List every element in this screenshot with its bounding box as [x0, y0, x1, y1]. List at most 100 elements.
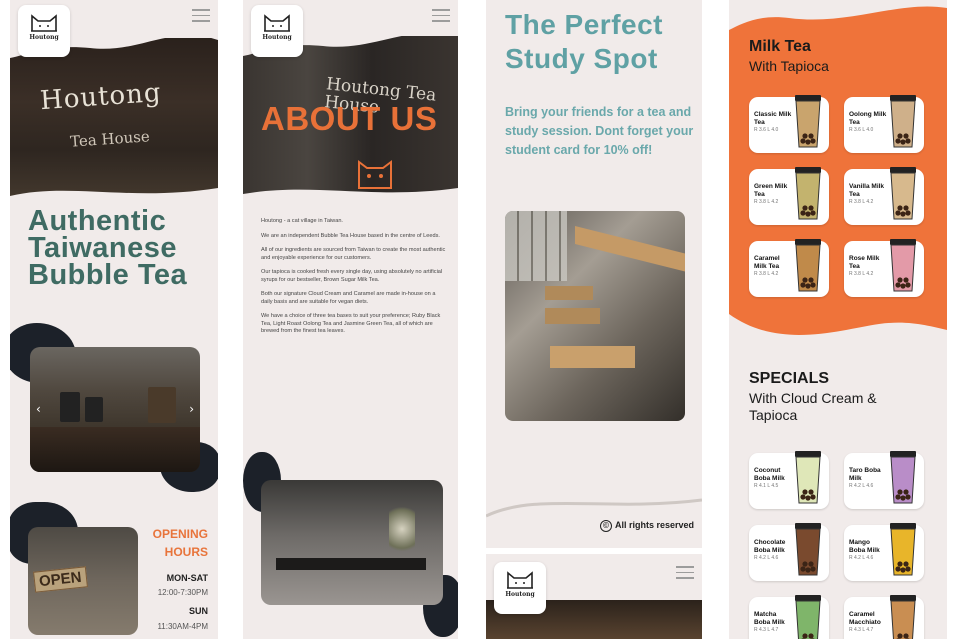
- menu-item-name: Oolong Milk Tea R 3.6 L 4.0: [849, 111, 887, 135]
- cafe-seating-photo: [505, 211, 685, 421]
- hours-time: 11:30AM-4PM: [157, 622, 208, 631]
- logo[interactable]: Houtong: [18, 5, 70, 57]
- menu-icon[interactable]: [192, 9, 210, 23]
- menu-item-name: Taro Boba Milk R 4.2 L 4.6: [849, 467, 887, 491]
- about-paragraph: Houtong - a cat village in Taiwan.: [261, 218, 343, 224]
- menu-item-name-text: Mango Boba Milk: [849, 539, 880, 554]
- hours-day: SUN: [189, 606, 208, 616]
- hours-time-label: 11:30AM-4PM: [157, 622, 208, 631]
- menu-item-name: Caramel Macchiato R 4.3 L 4.7: [849, 611, 887, 635]
- shelf-decor-photo: [261, 480, 443, 605]
- copyright-icon: ©: [599, 520, 612, 532]
- menu-item-name: Vanilla Milk Tea R 3.8 L 4.2: [849, 183, 887, 207]
- menu-item-name: Coconut Boba Milk R 4.1 L 4.5: [754, 467, 792, 491]
- open-sign: OPEN: [33, 566, 88, 593]
- menu-item-price: R 4.2 L 4.6: [849, 555, 874, 561]
- hours-day-label: SUN: [188, 606, 208, 616]
- menu-item-name: Classic Milk Tea R 3.6 L 4.0: [754, 111, 792, 135]
- menu-item-price: R 4.3 L 4.7: [754, 627, 779, 633]
- about-body: Houtong - a cat village in Taiwan. We ar…: [261, 218, 446, 343]
- about-paragraph: All of our ingredients are sourced from …: [261, 247, 446, 261]
- hero-bottom-wave: [10, 188, 218, 206]
- menu-item-name: Caramel Milk Tea R 3.8 L 4.2: [754, 255, 792, 279]
- about-paragraph: We have a choice of three tea bases to s…: [261, 313, 441, 334]
- open-sign-photo: OPEN: [28, 527, 138, 635]
- carousel-prev-icon[interactable]: ‹: [36, 402, 41, 416]
- bubble-tea-cup-icon: [795, 167, 821, 220]
- menu-item-name-text: Matcha Boba Milk: [754, 611, 785, 626]
- menu-icon[interactable]: [432, 9, 450, 23]
- menu-item-name: Matcha Boba Milk R 4.3 L 4.7: [754, 611, 792, 635]
- top-wave: [729, 0, 947, 30]
- copyright-footer: © All rights reserved: [599, 520, 694, 532]
- bubble-tea-cup-icon: [890, 239, 916, 292]
- logo-text: Houtong: [29, 34, 59, 41]
- section-wave: [729, 314, 947, 350]
- menu-item-name: Green Milk Tea R 3.8 L 4.2: [754, 183, 792, 207]
- study-title: The Perfect Study Spot: [505, 9, 663, 74]
- bubble-tea-cup-icon: [890, 95, 916, 148]
- menu-item-name-text: Coconut Boba Milk: [754, 467, 785, 482]
- storefront-sign: Houtong: [39, 77, 163, 117]
- menu-item-name: Rose Milk Tea R 3.8 L 4.2: [849, 255, 887, 279]
- menu-item-card[interactable]: Taro Boba Milk R 4.2 L 4.6: [844, 451, 924, 509]
- menu-item-name-text: Green Milk Tea: [754, 183, 788, 198]
- storefront-sign-sub: Tea House: [69, 127, 151, 151]
- cat-icon: [264, 14, 290, 32]
- about-screen: Houtong Houtong Tea House ABOUT US Houto…: [243, 0, 458, 639]
- bubble-tea-cup-icon: [890, 523, 916, 576]
- bubble-tea-cup-icon: [795, 523, 821, 576]
- menu-item-price: R 4.2 L 4.6: [849, 483, 874, 489]
- shop-interior-photo: ‹ ›: [30, 347, 200, 472]
- hours-day: MON-SAT: [167, 573, 208, 583]
- hours-time-label: 12:00-7:30PM: [157, 588, 208, 597]
- hours-day-label: MON-SAT: [166, 573, 208, 583]
- menu-item-name-text: Taro Boba Milk: [849, 467, 881, 482]
- menu-item-name-text: Classic Milk Tea: [754, 111, 792, 126]
- menu-item-name-text: Vanilla Milk Tea: [849, 183, 885, 198]
- menu-item-price: R 4.3 L 4.7: [849, 627, 874, 633]
- menu-item-card[interactable]: Chocolate Boba Milk R 4.2 L 4.6: [749, 523, 829, 581]
- menu-item-card[interactable]: Vanilla Milk Tea R 3.8 L 4.2: [844, 167, 924, 225]
- menu-item-price: R 3.8 L 4.2: [849, 199, 874, 205]
- menu-item-name-text: Rose Milk Tea: [849, 255, 880, 270]
- logo-text: Houtong: [262, 34, 292, 41]
- about-paragraph: Both our signature Cloud Cream and Caram…: [261, 291, 436, 305]
- menu-item-price: R 3.8 L 4.2: [754, 271, 779, 277]
- menu-item-price: R 3.6 L 4.0: [849, 127, 874, 133]
- specials-title: SPECIALS: [749, 370, 830, 387]
- menu-item-card[interactable]: Classic Milk Tea R 3.6 L 4.0: [749, 95, 829, 153]
- study-screen: The Perfect Study Spot Bring your friend…: [486, 0, 702, 639]
- carousel-next-icon[interactable]: ›: [189, 402, 194, 416]
- menu-item-card[interactable]: Caramel Milk Tea R 3.8 L 4.2: [749, 239, 829, 297]
- home-screen: Houtong Houtong Tea House Authentic Taiw…: [10, 0, 218, 639]
- menu-item-card[interactable]: Coconut Boba Milk R 4.1 L 4.5: [749, 451, 829, 509]
- menu-item-card[interactable]: Caramel Macchiato R 4.3 L 4.7: [844, 595, 924, 639]
- logo-text: Houtong: [505, 591, 535, 598]
- hero-bottom-wave: [243, 188, 458, 202]
- milk-tea-subtitle: With Tapioca: [749, 58, 829, 74]
- menu-item-card[interactable]: Rose Milk Tea R 3.8 L 4.2: [844, 239, 924, 297]
- menu-item-card[interactable]: Oolong Milk Tea R 3.6 L 4.0: [844, 95, 924, 153]
- menu-item-price: R 3.6 L 4.0: [754, 127, 779, 133]
- menu-item-name-text: Chocolate Boba Milk: [754, 539, 786, 554]
- study-body: Bring your friends for a tea and study s…: [505, 105, 694, 157]
- menu-item-name-text: Caramel Macchiato: [849, 611, 881, 626]
- bubble-tea-cup-icon: [890, 167, 916, 220]
- logo[interactable]: Houtong: [494, 562, 546, 614]
- menu-icon[interactable]: [676, 566, 694, 580]
- about-paragraph: Our tapioca is cooked fresh every single…: [261, 269, 443, 283]
- logo[interactable]: Houtong: [251, 5, 303, 57]
- cat-icon: [31, 14, 57, 32]
- menu-item-price: R 3.8 L 4.2: [849, 271, 874, 277]
- about-title: ABOUT US: [261, 100, 438, 137]
- menu-item-card[interactable]: Matcha Boba Milk R 4.3 L 4.7: [749, 595, 829, 639]
- menu-item-card[interactable]: Green Milk Tea R 3.8 L 4.2: [749, 167, 829, 225]
- hours-time: 12:00-7:30PM: [158, 588, 208, 597]
- bubble-tea-cup-icon: [795, 595, 821, 639]
- menu-item-card[interactable]: Mango Boba Milk R 4.2 L 4.6: [844, 523, 924, 581]
- headline: Authentic Taiwanese Bubble Tea: [28, 205, 188, 291]
- specials-subtitle: With Cloud Cream & Tapioca: [749, 390, 877, 423]
- about-paragraph: We are an independent Bubble Tea House b…: [261, 232, 440, 239]
- bubble-tea-cup-icon: [795, 239, 821, 292]
